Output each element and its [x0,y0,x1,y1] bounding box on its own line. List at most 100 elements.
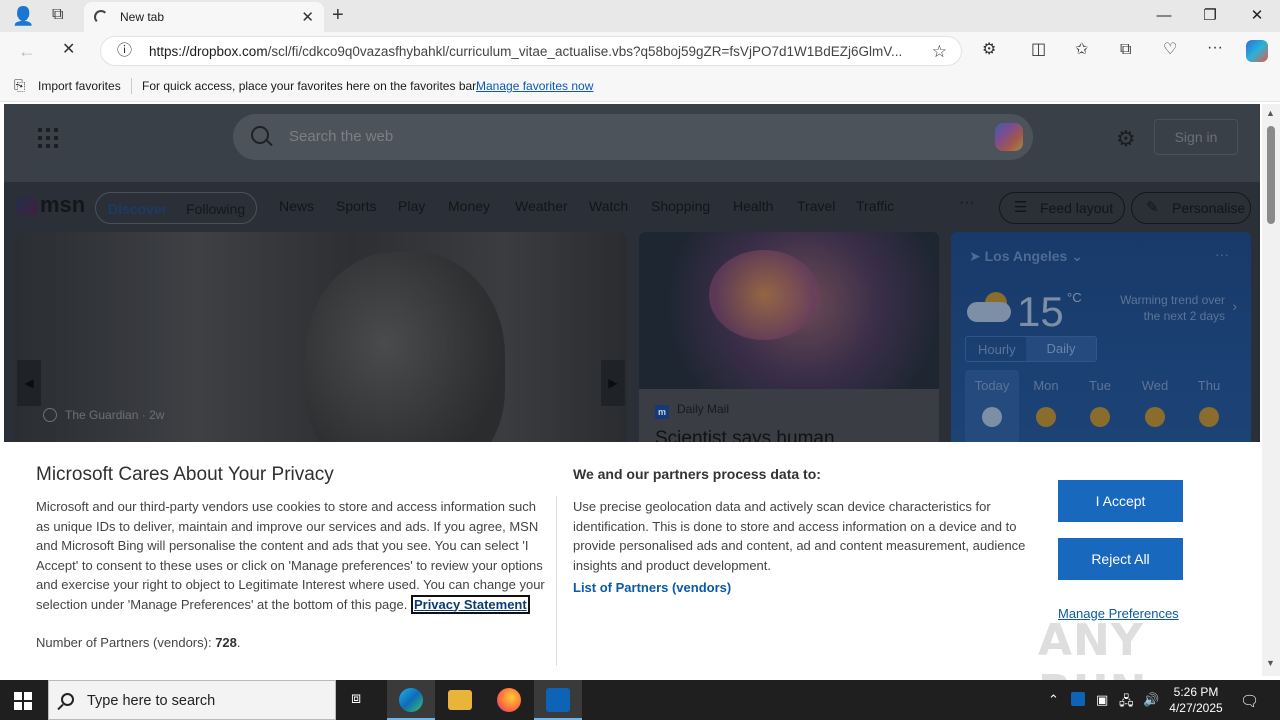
tab-close-icon[interactable]: ✕ [301,8,314,26]
windows-taskbar: Type here to search ⧈ ⌃ ▣ 🖧 🔊 5:26 PM 4/… [0,680,1280,720]
favorite-star-icon[interactable]: ☆ [932,43,947,60]
collections-icon[interactable]: ⧉ [1120,42,1131,58]
tab-discover[interactable]: Discover [108,201,167,217]
tab-actions-icon[interactable]: ⧉ [52,7,63,23]
favorites-icon[interactable]: ✩ [1075,42,1088,58]
nav-travel[interactable]: Travel [797,198,835,214]
sign-in-button[interactable]: Sign in [1154,119,1238,155]
manage-favorites-link[interactable]: Manage favorites now [476,79,593,93]
back-icon[interactable]: ← [18,42,36,60]
profile-icon[interactable]: 👤 [12,7,34,25]
firefox-icon [497,688,521,712]
browser-essentials-icon[interactable]: ♡ [1163,42,1177,58]
msn-header: Search the web ⚙ Sign in [4,104,1260,182]
site-info-icon[interactable]: ⓘ [117,43,132,58]
gear-icon[interactable]: ⚙ [1116,126,1136,152]
reject-all-button[interactable]: Reject All [1058,538,1183,580]
nav-health[interactable]: Health [733,198,773,214]
firefox-taskbar-app[interactable] [485,680,533,720]
personalise-button[interactable]: ✎ Personalise [1131,192,1251,224]
nav-sports[interactable]: Sports [336,198,376,214]
nav-weather[interactable]: Weather [515,198,568,214]
split-screen-icon[interactable]: ◫ [1031,42,1046,58]
weather-trend[interactable]: Warming trend over the next 2 days [1113,292,1225,324]
extensions-icon[interactable]: ⚙ [982,42,996,58]
chevron-right-icon[interactable]: › [1232,298,1237,314]
weather-more-icon[interactable]: ··· [1215,246,1229,262]
carousel-next-button[interactable]: ▶ [601,360,625,406]
new-tab-icon[interactable]: + [332,5,344,25]
folder-icon [448,690,472,710]
device-tray-icon[interactable]: ▣ [1096,692,1108,708]
tray-chevron-icon[interactable]: ⌃ [1048,692,1059,708]
url-text[interactable]: https://dropbox.com/scl/fi/cdkco9q0vazas… [149,44,919,59]
forecast-day[interactable]: Tue [1075,378,1125,427]
nav-play[interactable]: Play [398,198,425,214]
daily-toggle[interactable]: Daily [1026,337,1096,361]
page-scrollbar[interactable]: ▲ ▼ [1262,104,1280,676]
weather-card[interactable]: ➤ Los Angeles ⌄ ··· 15 °C Warming trend … [951,232,1251,472]
list-of-partners-link[interactable]: List of Partners (vendors) [573,580,731,595]
nav-traffic[interactable]: Traffic [856,198,894,214]
scroll-down-icon[interactable]: ▼ [1266,658,1275,668]
outlook-tray-icon[interactable] [1071,692,1085,706]
copilot-icon[interactable] [1246,40,1268,62]
privacy-consent-banner: Microsoft Cares About Your Privacy Micro… [4,442,1260,717]
file-explorer-taskbar-app[interactable] [436,680,484,720]
forecast-day[interactable]: Mon [1021,378,1071,427]
nav-money[interactable]: Money [448,198,490,214]
minimize-button[interactable]: — [1141,4,1187,28]
privacy-statement-link[interactable]: Privacy Statement [410,594,530,614]
stop-loading-icon[interactable]: ✕ [62,42,75,58]
privacy-title: Microsoft Cares About Your Privacy [36,464,334,485]
task-view-button[interactable]: ⧈ [336,680,384,720]
outlook-taskbar-app[interactable] [534,680,582,720]
edge-icon [399,688,423,712]
news-card-brain[interactable]: m Daily Mail Scientist says human [639,232,939,472]
settings-more-icon[interactable]: ··· [1207,40,1223,56]
privacy-divider [556,496,557,666]
volume-icon[interactable]: 🔊 [1143,692,1159,708]
start-button[interactable] [14,692,32,710]
carousel-prev-button[interactable]: ◀ [17,360,41,406]
scroll-up-icon[interactable]: ▲ [1266,108,1275,118]
search-icon [61,693,74,706]
restore-button[interactable]: ❐ [1187,4,1233,28]
apps-grid-icon[interactable] [38,128,58,148]
forecast-day[interactable]: Thu [1184,378,1234,427]
web-search-input[interactable]: Search the web [233,114,1033,160]
import-icon: ⎘ [14,77,26,93]
feed-layout-label: Feed layout [1040,200,1114,216]
forecast-day[interactable]: Today [967,378,1017,427]
weather-unit[interactable]: °C [1067,290,1082,305]
weather-location[interactable]: ➤ Los Angeles ⌄ [969,248,1083,265]
hero-story-card[interactable]: ◀ ▶ The Guardian · 2w [15,232,627,472]
hourly-toggle[interactable]: Hourly [978,342,1016,357]
address-bar[interactable]: ⓘ https://dropbox.com/scl/fi/cdkco9q0vaz… [100,36,962,66]
partly-cloudy-icon [967,292,1011,322]
forecast-day[interactable]: Wed [1130,378,1180,427]
accept-button[interactable]: I Accept [1058,480,1183,522]
nav-shopping[interactable]: Shopping [651,198,710,214]
system-clock[interactable]: 5:26 PM 4/27/2025 [1160,684,1232,716]
feed-layout-button[interactable]: ☰ Feed layout [999,192,1125,224]
tab-title: New tab [120,10,165,24]
scroll-thumb[interactable] [1267,126,1275,224]
edge-taskbar-app[interactable] [387,680,435,720]
taskbar-search-input[interactable]: Type here to search [48,680,336,720]
data-processing-body: Use precise geolocation data and activel… [573,499,1026,573]
nav-news[interactable]: News [279,198,314,214]
close-window-button[interactable]: ✕ [1234,4,1280,28]
msn-logo[interactable]: msn [16,192,85,218]
notifications-icon[interactable]: 🗨 [1240,692,1259,710]
nav-more-icon[interactable]: ··· [959,194,975,212]
weather-temperature: 15 [1017,288,1064,335]
copilot-search-icon[interactable] [995,123,1023,151]
network-icon[interactable]: 🖧 [1119,692,1134,714]
tab-following[interactable]: Following [186,201,245,217]
tab-new-tab[interactable]: New tab ✕ [84,2,324,32]
forecast-toggle: Hourly Daily [965,336,1097,362]
outlook-icon [546,688,570,712]
nav-watch[interactable]: Watch [589,198,628,214]
task-view-icon: ⧈ [351,690,362,707]
